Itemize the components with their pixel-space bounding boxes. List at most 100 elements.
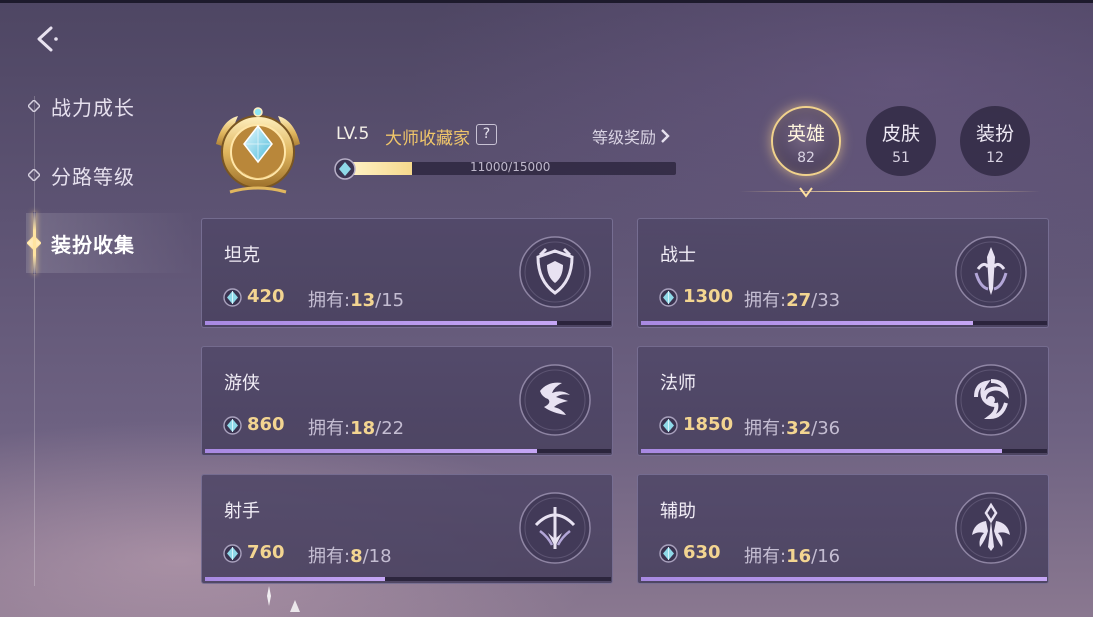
owned-summary: 拥有:16/16 [744, 542, 840, 568]
role-name: 坦克 [224, 245, 260, 266]
owned-count: 13 [350, 290, 376, 311]
role-points: 630 [683, 542, 721, 563]
role-points: 860 [247, 414, 285, 435]
role-points: 1850 [683, 414, 734, 435]
owned-count: 27 [786, 290, 812, 311]
tab-count: 12 [986, 150, 1004, 166]
role-card[interactable]: 射手 760 拥有:8/18 [201, 474, 613, 584]
owned-total: /15 [375, 290, 405, 311]
owned-count: 8 [350, 546, 363, 567]
crystal-gem-icon [223, 544, 242, 563]
chevron-right-icon [661, 129, 670, 143]
owned-summary: 拥有:13/15 [308, 286, 404, 312]
tab-label: 装扮 [975, 123, 1014, 145]
role-card[interactable]: 辅助 630 拥有:16/16 [637, 474, 1049, 584]
role-card[interactable]: 坦克 420 拥有:13/15 [201, 218, 613, 328]
mage-swirl-icon [954, 363, 1028, 437]
tab-underline [740, 191, 1040, 192]
support-wings-icon [954, 491, 1028, 565]
owned-count: 16 [786, 546, 812, 567]
owned-total: /16 [811, 546, 841, 567]
tab-label: 皮肤 [881, 123, 920, 145]
owned-label: 拥有: [308, 418, 351, 439]
role-progress-bar [205, 577, 611, 581]
tab-count: 51 [892, 150, 910, 166]
role-progress-bar [641, 577, 1047, 581]
owned-total: /33 [811, 290, 841, 311]
sidebar-item-label: 战力成长 [51, 95, 135, 120]
role-progress-fill [641, 321, 974, 325]
diamond-icon [26, 167, 42, 183]
crystal-gem-icon [659, 544, 678, 563]
owned-label: 拥有: [744, 418, 787, 439]
owned-label: 拥有: [308, 290, 351, 311]
owned-summary: 拥有:27/33 [744, 286, 840, 312]
collector-level-badge [208, 106, 308, 198]
role-card[interactable]: 游侠 860 拥有:18/22 [201, 346, 613, 456]
owned-summary: 拥有:8/18 [308, 542, 392, 568]
owned-summary: 拥有:32/36 [744, 414, 840, 440]
owned-total: /36 [811, 418, 841, 439]
tab-outfits[interactable]: 装扮 12 [960, 106, 1030, 176]
tab-label: 英雄 [786, 123, 825, 145]
back-button[interactable] [30, 22, 64, 56]
sidebar-item-label: 装扮收集 [51, 232, 135, 257]
chevron-left-icon [37, 26, 58, 52]
crystal-gem-icon [659, 416, 678, 435]
role-points: 760 [247, 542, 285, 563]
role-points: 1300 [683, 286, 734, 307]
role-name: 法师 [660, 373, 696, 394]
role-progress-bar [641, 321, 1047, 325]
crystal-gem-icon [334, 158, 356, 180]
marksman-bow-icon [518, 491, 592, 565]
owned-label: 拥有: [308, 546, 351, 567]
collector-title: 大师收藏家 [385, 129, 470, 149]
owned-count: 18 [350, 418, 376, 439]
crystal-gem-icon [223, 416, 242, 435]
role-progress-fill [205, 321, 557, 325]
role-points: 420 [247, 286, 285, 307]
role-name: 游侠 [224, 373, 260, 394]
warrior-sword-icon [954, 235, 1028, 309]
role-name: 辅助 [660, 501, 696, 522]
owned-count: 32 [786, 418, 812, 439]
sidebar-item-power-growth[interactable]: 战力成长 [26, 76, 196, 136]
sidebar-item-lane-level[interactable]: 分路等级 [26, 145, 196, 205]
tab-skins[interactable]: 皮肤 51 [866, 106, 936, 176]
role-name: 射手 [224, 501, 260, 522]
owned-label: 拥有: [744, 546, 787, 567]
tab-heroes[interactable]: 英雄 82 [771, 106, 841, 176]
level-label: LV.5 [336, 124, 370, 144]
sidebar-item-label: 分路等级 [51, 164, 135, 189]
owned-total: /18 [362, 546, 392, 567]
role-card[interactable]: 法师 1850 拥有:32/36 [637, 346, 1049, 456]
sparkle-icon [267, 586, 271, 606]
top-border [0, 0, 1093, 3]
crystal-gem-icon [659, 288, 678, 307]
crystal-gem-icon [223, 288, 242, 307]
role-progress-bar [205, 321, 611, 325]
owned-total: /22 [375, 418, 405, 439]
level-reward-label: 等级奖励 [592, 128, 657, 147]
tank-shield-icon [518, 235, 592, 309]
role-progress-fill [205, 577, 386, 581]
tab-pointer-icon [799, 185, 813, 199]
level-reward-link[interactable]: 等级奖励 [592, 124, 670, 148]
role-card[interactable]: 战士 1300 拥有:27/33 [637, 218, 1049, 328]
sparkle-icon [290, 600, 300, 612]
role-progress-fill [641, 449, 1002, 453]
owned-summary: 拥有:18/22 [308, 414, 404, 440]
help-button[interactable]: ? [476, 124, 497, 145]
diamond-icon [26, 98, 42, 114]
role-progress-fill [641, 577, 1047, 581]
role-progress-bar [641, 449, 1047, 453]
role-progress-fill [205, 449, 538, 453]
ranger-wave-icon [518, 363, 592, 437]
tab-count: 82 [797, 150, 815, 166]
active-indicator [33, 212, 36, 274]
xp-progress-text: 11000/15000 [470, 160, 551, 174]
sidebar-item-outfit-collection[interactable]: 装扮收集 [26, 213, 196, 273]
role-name: 战士 [660, 245, 696, 266]
role-progress-bar [205, 449, 611, 453]
owned-label: 拥有: [744, 290, 787, 311]
